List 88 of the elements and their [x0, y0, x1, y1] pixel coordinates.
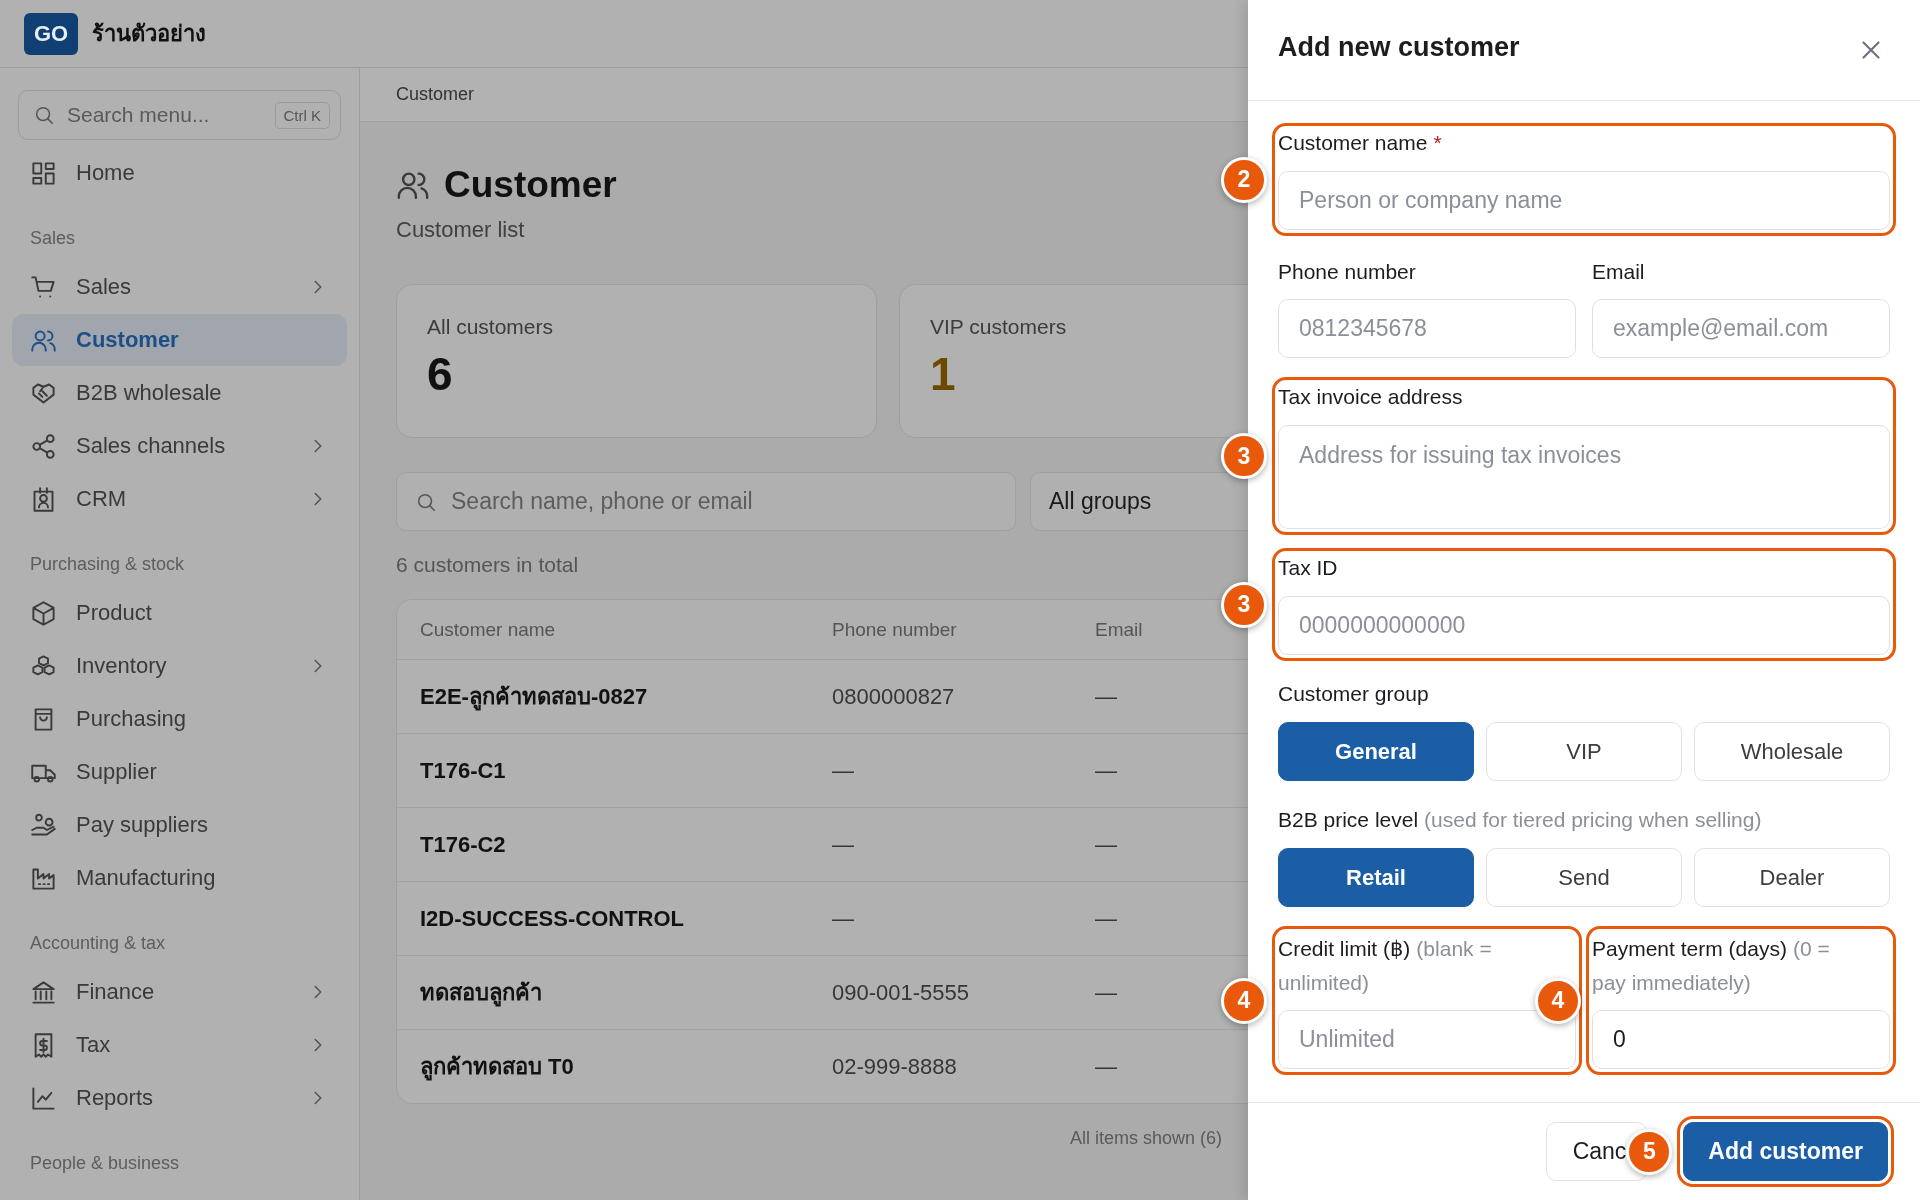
table-cell: — [832, 831, 854, 858]
stat-label: VIP customers [930, 315, 1068, 339]
stat-label: All customers [427, 315, 555, 339]
table-cell-text: E2E-ลูกค้าทดสอบ-0827 [420, 683, 648, 713]
option-button[interactable]: Retail [1278, 848, 1474, 907]
field-label: Tax ID [1278, 555, 1339, 581]
table-cell: — [1095, 979, 1117, 1006]
search-field[interactable]: Search name, phone or email [396, 472, 1016, 531]
sidebar-item[interactable]: Supplier [12, 746, 347, 798]
sidebar-item[interactable]: Sales channels [12, 420, 347, 472]
sidebar-item[interactable]: Sales [12, 261, 347, 313]
field-label: Customer name * [1278, 130, 1443, 156]
table-cell: — [832, 757, 854, 784]
table-cell: T176-C2 [420, 831, 506, 858]
group-dropdown[interactable]: All groups [1030, 472, 1248, 531]
option-button[interactable]: Send [1486, 848, 1682, 907]
field-label: Payment term (days) (0 = pay immediately) [1592, 936, 1831, 996]
sidebar-item[interactable]: Product [12, 587, 347, 639]
input-field[interactable]: 0000000000000 [1278, 596, 1890, 655]
step-badge: 2 [1221, 156, 1267, 203]
option-button[interactable]: VIP [1486, 722, 1682, 781]
input-field[interactable]: 0 [1592, 1010, 1890, 1069]
bank-icon [30, 978, 57, 1006]
table-cell: 090-001-5555 [832, 979, 969, 1006]
menu-search-field[interactable]: Search menu... Ctrl K [18, 90, 341, 140]
input-field[interactable]: example@email.com [1592, 299, 1890, 358]
table-cell: 0800000827 [832, 683, 955, 710]
table-cell: 02-999-8888 [832, 1053, 957, 1080]
table-cell-text: ทดสอบลูกค้า [420, 979, 542, 1009]
sidebar-item[interactable]: Finance [12, 966, 347, 1018]
line-chart-icon [30, 1084, 57, 1112]
stat-value: 6 [427, 349, 454, 399]
stat-value: 1 [930, 349, 957, 399]
step-badge: 3 [1221, 433, 1267, 479]
field-label: B2B price level (used for tiered pricing when selling) [1278, 807, 1763, 833]
field-label: Email [1592, 259, 1646, 285]
section-heading: Sales [29, 227, 77, 250]
page-subtitle: Customer list [396, 216, 526, 244]
column-header: Phone number [832, 618, 957, 641]
search-icon [33, 104, 55, 126]
table-cell-text: ลูกค้าทดสอบ T0 [420, 1053, 574, 1083]
step-badge: 3 [1221, 581, 1267, 628]
menu-search-placeholder: Search menu... [67, 103, 211, 127]
section-heading: People & business [29, 1152, 181, 1175]
table-cell: T176-C1 [420, 757, 506, 784]
table-cell: — [1095, 831, 1117, 858]
section-heading: Accounting & tax [29, 932, 167, 955]
sidebar-item[interactable]: Home [12, 147, 347, 199]
shop-name: ร้านตัวอย่าง [92, 20, 207, 48]
logo: GO [24, 12, 79, 55]
breadcrumb: Customer [396, 84, 475, 105]
table-cell: — [1095, 757, 1117, 784]
column-header: Email [1095, 618, 1143, 641]
option-button[interactable]: General [1278, 722, 1474, 781]
section-heading: Purchasing & stock [29, 553, 186, 576]
text-area[interactable]: Address for issuing tax invoices [1278, 425, 1890, 529]
box-icon [30, 599, 57, 627]
table-cell: — [1095, 1053, 1117, 1080]
input-field[interactable]: Unlimited [1278, 1010, 1576, 1069]
field-label: Tax invoice address [1278, 384, 1464, 410]
table-cell: — [832, 905, 854, 932]
share-icon [30, 432, 57, 460]
sidebar-item[interactable]: Reports [12, 1072, 347, 1124]
sidebar-item[interactable]: Tax [12, 1019, 347, 1071]
drawer-title: Add new customer [1278, 31, 1520, 64]
sidebar-item[interactable]: Manufacturing [12, 852, 347, 904]
page-title: Customer [444, 163, 617, 207]
table-cell: I2D-SUCCESS-CONTROL [420, 905, 684, 932]
table-footer-note: All items shown (6) [1068, 1128, 1222, 1149]
input-field[interactable]: 0812345678 [1278, 299, 1576, 358]
field-label: Credit limit (฿) (blank = unlimited) [1278, 936, 1493, 996]
shortcut-hint: Ctrl K [274, 101, 330, 129]
grid-icon [30, 159, 57, 187]
table-cell: — [1095, 905, 1117, 932]
sidebar-item[interactable]: Inventory [12, 640, 347, 692]
input-field[interactable]: Person or company name [1278, 171, 1890, 230]
option-button[interactable]: Dealer [1694, 848, 1890, 907]
column-header: Customer name [420, 618, 556, 641]
sidebar-item[interactable]: B2B wholesale [12, 367, 347, 419]
option-button[interactable]: Wholesale [1694, 722, 1890, 781]
table-cell: — [1095, 683, 1117, 710]
total-count: 6 customers in total [396, 552, 580, 578]
sidebar-item[interactable]: Purchasing [12, 693, 347, 745]
field-label: Customer group [1278, 681, 1430, 707]
sidebar-item[interactable]: Customer [12, 314, 347, 366]
sidebar-item[interactable]: CRM [12, 473, 347, 525]
field-label: Phone number [1278, 259, 1417, 285]
sidebar-item[interactable]: Pay suppliers [12, 799, 347, 851]
